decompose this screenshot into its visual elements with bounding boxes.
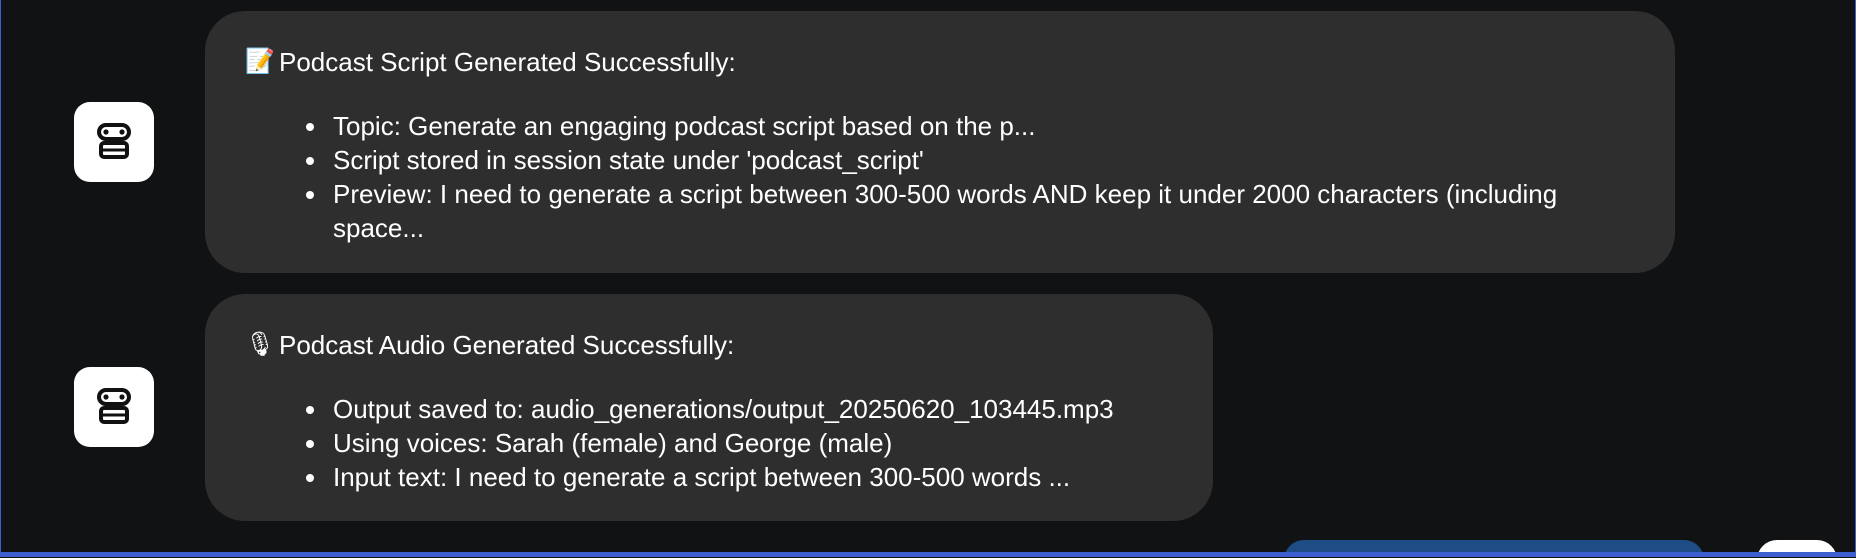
user-avatar — [1757, 540, 1837, 552]
list-item: Script stored in session state under 'po… — [329, 143, 1609, 177]
microphone-emoji-icon: 🎙 — [245, 331, 276, 358]
message-heading-text: Podcast Audio Generated Successfully: — [279, 330, 735, 360]
list-item: Input text: I need to generate a script … — [329, 460, 1173, 494]
list-item: Using voices: Sarah (female) and George … — [329, 426, 1173, 460]
memo-emoji-icon: 📝 — [245, 48, 275, 75]
assistant-message-bubble: 📝 Podcast Script Generated Successfully:… — [205, 11, 1675, 273]
message-list: Output saved to: audio_generations/outpu… — [245, 392, 1173, 494]
list-item: Topic: Generate an engaging podcast scri… — [329, 109, 1609, 143]
list-item: Output saved to: audio_generations/outpu… — [329, 392, 1173, 426]
assistant-avatar — [74, 102, 154, 182]
robot-icon — [97, 388, 131, 424]
robot-icon — [97, 123, 131, 159]
assistant-avatar — [74, 367, 154, 447]
list-item: Preview: I need to generate a script bet… — [329, 177, 1609, 245]
user-message-bubble — [1284, 540, 1704, 552]
chat-window: 📝 Podcast Script Generated Successfully:… — [0, 0, 1856, 557]
message-heading: 📝 Podcast Script Generated Successfully: — [245, 45, 1635, 79]
message-heading-text: Podcast Script Generated Successfully: — [279, 47, 736, 77]
assistant-message-bubble: 🎙 Podcast Audio Generated Successfully: … — [205, 294, 1213, 521]
message-heading: 🎙 Podcast Audio Generated Successfully: — [245, 328, 1173, 362]
message-list: Topic: Generate an engaging podcast scri… — [245, 109, 1609, 245]
